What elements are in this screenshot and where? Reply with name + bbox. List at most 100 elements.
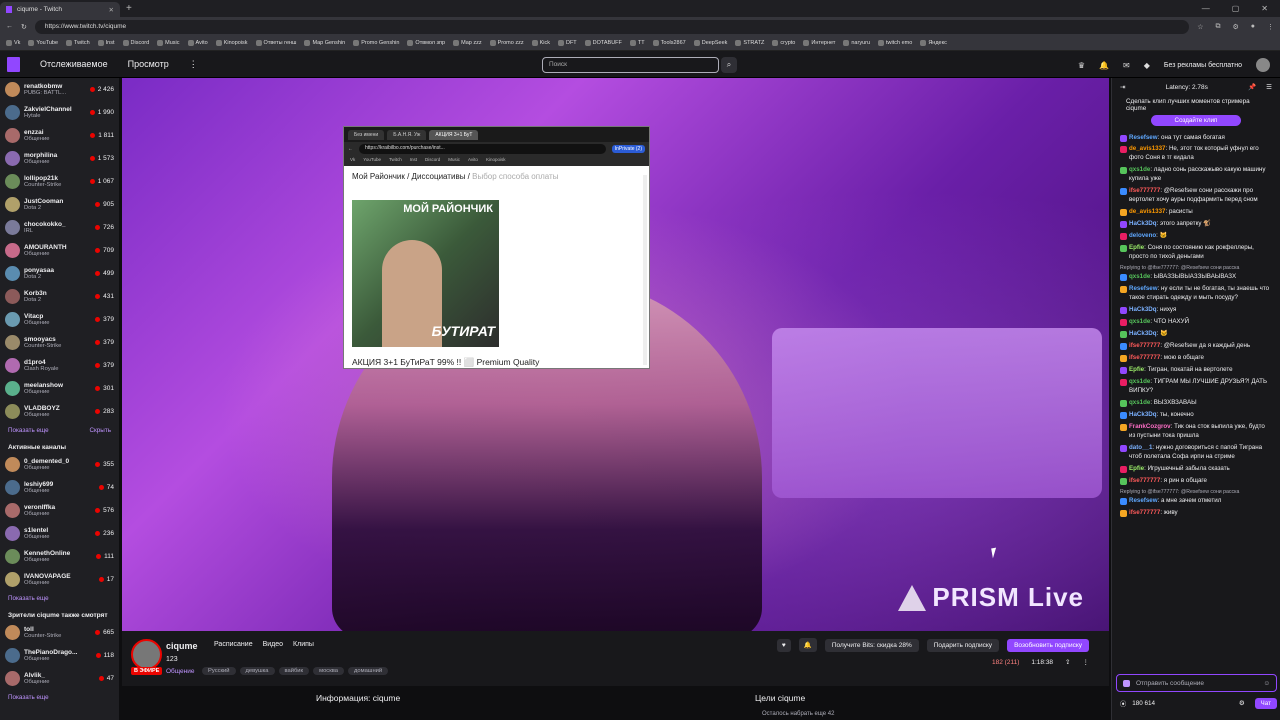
- bookmark-item[interactable]: YouTube: [28, 40, 58, 46]
- search-input[interactable]: Поиск: [542, 57, 719, 73]
- new-tab-button[interactable]: +: [126, 3, 132, 14]
- emote-picker-icon[interactable]: ☺: [1263, 680, 1270, 687]
- chat-username[interactable]: FrankCozgrov: [1129, 423, 1171, 430]
- show-more-link[interactable]: Показать еще: [8, 694, 49, 701]
- menu-icon[interactable]: ⋮: [1267, 23, 1274, 31]
- sidebar-channel[interactable]: leshiy699 Общение 74: [0, 476, 119, 499]
- tag[interactable]: домашний: [347, 667, 389, 675]
- sidebar-channel[interactable]: smooyacs Counter-Strike 379: [0, 331, 119, 354]
- close-tab-icon[interactable]: ✕: [109, 6, 114, 14]
- chat-username[interactable]: ifse777777: [1129, 342, 1160, 349]
- bookmark-item[interactable]: Inst: [98, 40, 115, 46]
- chat-username[interactable]: de_avis1337: [1129, 145, 1165, 152]
- chat-username[interactable]: ifse777777: [1129, 354, 1160, 361]
- messages-icon[interactable]: ✉: [1123, 61, 1130, 70]
- sidebar-channel[interactable]: ZakvielChannel Hytale 1 990: [0, 101, 119, 124]
- sidebar-channel[interactable]: lollipop21k Counter-Strike 1 067: [0, 170, 119, 193]
- bookmark-item[interactable]: TT: [630, 40, 645, 46]
- pin-icon[interactable]: 📌: [1248, 83, 1256, 91]
- sidebar-channel[interactable]: JustCooman Dota 2 905: [0, 193, 119, 216]
- bookmark-item[interactable]: Tools2867: [653, 40, 686, 46]
- chat-settings-icon[interactable]: ⚙: [1239, 700, 1245, 707]
- extensions-icon[interactable]: ⧉: [1215, 23, 1220, 31]
- chat-username[interactable]: HaCk3Dq: [1129, 330, 1157, 337]
- user-avatar[interactable]: [1256, 58, 1270, 72]
- sidebar-channel[interactable]: chocokokko_ IRL 726: [0, 216, 119, 239]
- chat-username[interactable]: de_avis1337: [1129, 208, 1165, 215]
- bookmark-item[interactable]: Map zzz: [453, 40, 481, 46]
- browser-tab[interactable]: ciqume - Twitch ✕: [0, 2, 120, 17]
- close-window-icon[interactable]: ✕: [1261, 4, 1268, 13]
- bookmark-item[interactable]: Map Genshin: [304, 40, 345, 46]
- sidebar-channel[interactable]: IVANOVAPAGE Общение 17: [0, 568, 119, 591]
- star-icon[interactable]: ☆: [1197, 23, 1203, 31]
- notifications-icon[interactable]: 🔔: [1099, 61, 1109, 70]
- back-icon[interactable]: ←: [6, 23, 13, 30]
- bookmark-item[interactable]: Ответы генш: [256, 40, 297, 46]
- follow-heart-icon[interactable]: ♥: [776, 638, 791, 652]
- bookmark-item[interactable]: Яндекс: [920, 40, 947, 46]
- minimize-icon[interactable]: —: [1202, 4, 1210, 13]
- chat-username[interactable]: Epfie: [1129, 244, 1144, 251]
- no-ads-button[interactable]: Без рекламы бесплатно: [1164, 62, 1242, 69]
- sidebar-channel[interactable]: meelanshow Общение 301: [0, 377, 119, 400]
- sidebar-channel[interactable]: enzzai Общение 1 811: [0, 124, 119, 147]
- chat-username[interactable]: HaCk3Dq: [1129, 411, 1157, 418]
- chat-username[interactable]: Resefsew: [1129, 134, 1158, 141]
- gift-sub-button[interactable]: Подарить подписку: [926, 638, 1000, 652]
- bookmark-item[interactable]: Discord: [123, 40, 150, 46]
- maximize-icon[interactable]: ▢: [1232, 4, 1240, 13]
- channel-points-icon[interactable]: ⦿: [1120, 699, 1126, 708]
- twitch-logo-icon[interactable]: [7, 56, 20, 72]
- chat-username[interactable]: qxs1de: [1129, 273, 1150, 280]
- tag[interactable]: девушка: [239, 667, 275, 675]
- more-options-icon[interactable]: ⋮: [1083, 658, 1090, 666]
- bookmark-item[interactable]: Kinopoisk: [216, 40, 248, 46]
- search-icon[interactable]: ⌕: [721, 57, 737, 73]
- chat-input[interactable]: Отправить сообщение ☺: [1116, 674, 1277, 692]
- sidebar-channel[interactable]: ponyasaa Dota 2 499: [0, 262, 119, 285]
- chat-username[interactable]: HaCk3Dq: [1129, 306, 1157, 313]
- sidebar-channel[interactable]: Alvlik_ Общение 47: [0, 667, 119, 690]
- bookmark-item[interactable]: Music: [157, 40, 179, 46]
- notification-bell-icon[interactable]: 🔔: [798, 638, 817, 652]
- chat-send-button[interactable]: Чат: [1254, 698, 1277, 709]
- bookmark-item[interactable]: DFT: [558, 40, 577, 46]
- sidebar-channel[interactable]: Korb3n Dota 2 431: [0, 285, 119, 308]
- tag[interactable]: вайбик: [278, 667, 310, 675]
- chat-username[interactable]: HaCk3Dq: [1129, 220, 1157, 227]
- streamer-name[interactable]: ciqume: [166, 641, 198, 651]
- chat-username[interactable]: Epfie: [1129, 366, 1144, 373]
- bookmark-item[interactable]: Promo zzz: [490, 40, 524, 46]
- bookmark-item[interactable]: STRATZ: [735, 40, 764, 46]
- tab-videos[interactable]: Видео: [263, 641, 283, 648]
- nav-browse[interactable]: Просмотр: [128, 59, 169, 69]
- emote-badge-icon[interactable]: [1123, 679, 1130, 687]
- sidebar-channel[interactable]: toll Counter-Strike 665: [0, 621, 119, 644]
- show-more-link[interactable]: Показать еще: [8, 595, 49, 602]
- bookmark-item[interactable]: Отвмол зпр: [407, 40, 445, 46]
- tag[interactable]: москва: [313, 667, 344, 675]
- bookmark-item[interactable]: crypto: [772, 40, 795, 46]
- settings-icon[interactable]: ⚙: [1232, 23, 1238, 31]
- share-icon[interactable]: ⇪: [1065, 658, 1070, 666]
- streamer-avatar[interactable]: [131, 639, 162, 670]
- reload-icon[interactable]: ↻: [21, 23, 27, 31]
- bookmark-item[interactable]: Vk: [6, 40, 20, 46]
- sidebar-channel[interactable]: renatkobmw PUBG: BATTL... 2 426: [0, 78, 119, 101]
- bookmark-item[interactable]: Promo Genshin: [353, 40, 399, 46]
- chat-username[interactable]: Resefsew: [1129, 285, 1158, 292]
- bookmark-item[interactable]: DOTABUFF: [585, 40, 622, 46]
- stream-category[interactable]: Общение: [166, 668, 195, 675]
- chat-username[interactable]: deloveno: [1129, 232, 1156, 239]
- tag[interactable]: Русский: [202, 667, 236, 675]
- chat-username[interactable]: dato__1: [1129, 444, 1152, 451]
- sidebar-channel[interactable]: 0_demented_0 Общение 355: [0, 453, 119, 476]
- nav-more-icon[interactable]: ⋮: [189, 59, 198, 70]
- sidebar-channel[interactable]: ThePianoDrago... Общение 118: [0, 644, 119, 667]
- sidebar-channel[interactable]: morphilina Общение 1 573: [0, 147, 119, 170]
- sidebar-channel[interactable]: s1lentel Общение 236: [0, 522, 119, 545]
- chat-username[interactable]: qxs1de: [1129, 318, 1150, 325]
- bookmark-item[interactable]: Twitch: [66, 40, 90, 46]
- tab-schedule[interactable]: Расписание: [214, 641, 253, 648]
